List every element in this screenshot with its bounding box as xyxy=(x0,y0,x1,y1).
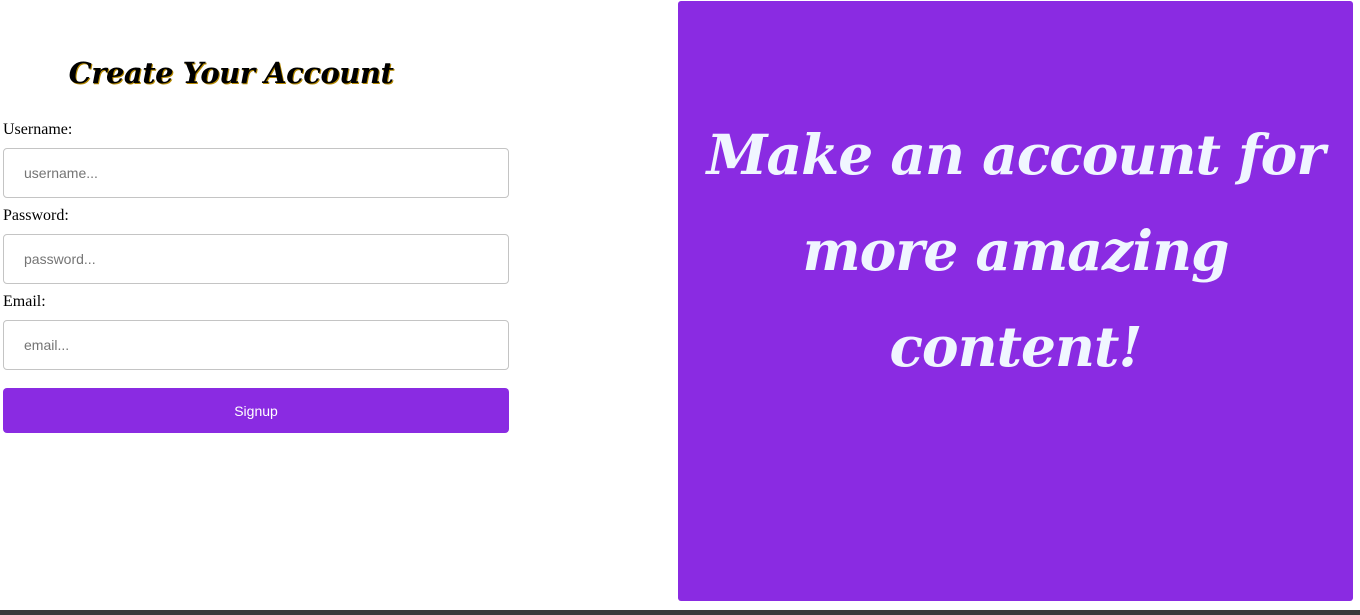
window-bottom-edge xyxy=(0,610,1360,615)
form-title: Create Your Account xyxy=(68,56,394,90)
email-input[interactable] xyxy=(3,320,509,370)
username-label: Username: xyxy=(3,121,73,138)
email-label: Email: xyxy=(3,293,46,310)
signup-form: Create Your Account Username: Password: … xyxy=(0,0,520,610)
username-input[interactable] xyxy=(3,148,509,198)
signup-button[interactable]: Signup xyxy=(3,388,509,433)
promo-text: Make an account for more amazing content… xyxy=(706,122,1326,379)
signup-page: Create Your Account Username: Password: … xyxy=(0,0,1360,615)
promo-panel: Make an account for more amazing content… xyxy=(678,1,1353,601)
password-label: Password: xyxy=(3,207,69,224)
password-input[interactable] xyxy=(3,234,509,284)
